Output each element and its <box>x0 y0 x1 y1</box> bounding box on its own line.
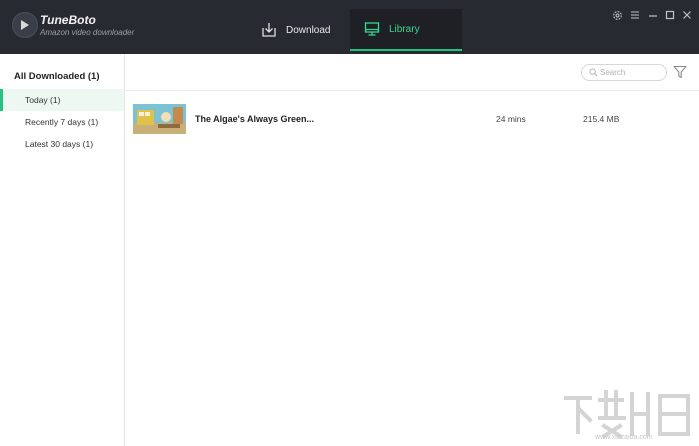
close-button[interactable] <box>680 8 694 22</box>
video-thumbnail <box>133 104 186 134</box>
menu-icon <box>631 11 639 19</box>
video-title: The Algae's Always Green... <box>195 114 315 124</box>
maximize-button[interactable] <box>663 8 677 22</box>
video-size: 215.4 MB <box>583 114 620 124</box>
minimize-icon <box>649 15 657 17</box>
app-subtitle: Amazon video downloader <box>40 28 135 37</box>
tab-library[interactable]: Library <box>350 9 462 51</box>
maximize-icon <box>665 10 675 20</box>
app-name: TuneBoto <box>40 13 96 27</box>
tab-download-label: Download <box>286 24 331 36</box>
sidebar-header-all-downloaded[interactable]: All Downloaded (1) <box>0 64 124 90</box>
video-duration: 24 mins <box>496 114 526 124</box>
monitor-icon <box>364 22 380 36</box>
app-logo <box>12 12 38 38</box>
title-bar: TuneBoto Amazon video downloader Downloa… <box>0 0 699 54</box>
play-icon <box>21 20 29 30</box>
sidebar-item-recent-7-days[interactable]: Recently 7 days (1) <box>0 111 124 133</box>
settings-button[interactable] <box>610 8 624 22</box>
sidebar-item-today[interactable]: Today (1) <box>0 89 124 111</box>
close-icon <box>683 11 691 19</box>
minimize-button[interactable] <box>646 8 660 22</box>
watermark-url: www.xiazaiba.com <box>595 434 653 441</box>
menu-button[interactable] <box>628 8 642 22</box>
toolbar-divider <box>125 90 699 91</box>
tab-download[interactable]: Download <box>247 9 347 51</box>
gear-icon <box>612 10 622 20</box>
search-icon <box>589 68 598 77</box>
filter-button[interactable] <box>673 65 687 84</box>
table-row[interactable]: The Algae's Always Green... 24 mins 215.… <box>125 102 699 136</box>
tab-library-label: Library <box>389 23 420 35</box>
search-input[interactable] <box>600 66 662 79</box>
search-box[interactable] <box>581 64 667 81</box>
download-icon <box>262 23 276 37</box>
sidebar-item-latest-30-days[interactable]: Latest 30 days (1) <box>0 133 124 155</box>
sidebar: All Downloaded (1) Today (1) Recently 7 … <box>0 54 125 446</box>
filter-icon <box>673 65 687 79</box>
